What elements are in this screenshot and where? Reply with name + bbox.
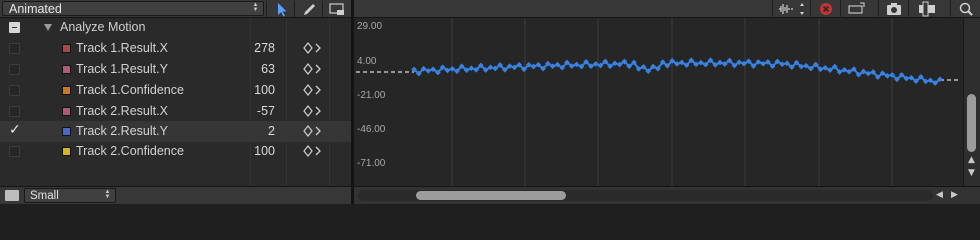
track-row[interactable]: Track 1.Confidence 100 (0, 80, 351, 101)
updown-arrows-icon: ▲ ▼ (104, 189, 111, 200)
track-color-swatch (62, 147, 71, 156)
y-axis-label: -46.00 (357, 124, 386, 135)
track-row[interactable]: Track 1.Result.Y 63 (0, 59, 351, 80)
track-checkbox[interactable] (9, 146, 20, 157)
track-color-swatch (62, 65, 71, 74)
size-value: Small (30, 190, 59, 202)
transform-keyframes-button[interactable] (840, 0, 870, 18)
audio-waveform-button[interactable] (772, 0, 810, 18)
select-arrow-icon (278, 3, 287, 17)
track-value[interactable]: 63 (261, 62, 275, 76)
camera-icon (887, 3, 901, 15)
graph-toolbar (354, 0, 980, 18)
group-name: Analyze Motion (60, 20, 146, 34)
size-popup[interactable]: Small ▲ ▼ (24, 188, 116, 203)
track-row[interactable]: Track 2.Confidence 100 (0, 141, 351, 162)
waveform-icon (779, 3, 804, 15)
group-checkbox[interactable] (9, 22, 20, 33)
y-axis-label: 29.00 (357, 21, 382, 32)
track-color-swatch (62, 44, 71, 53)
curve-set-value: Animated (9, 2, 62, 16)
track-name: Track 2.Result.Y (76, 124, 168, 138)
track-name: Track 1.Confidence (76, 83, 184, 97)
updown-arrows-icon: ▲ ▼ (252, 2, 259, 13)
y-axis-label: -21.00 (357, 90, 386, 101)
curve-graph[interactable]: 29.00 4.00 -21.00 -46.00 -71.00 (354, 18, 962, 186)
track-row[interactable]: Track 2.Result.X -57 (0, 101, 351, 122)
keyframe-navigator-icon[interactable] (303, 125, 325, 137)
track-color-swatch (62, 107, 71, 116)
y-axis-label: -71.00 (357, 158, 386, 169)
track-value[interactable]: 100 (254, 83, 275, 97)
track-row-selected[interactable]: Track 2.Result.Y 2 (0, 121, 351, 142)
track-checkbox[interactable] (9, 106, 20, 117)
scroll-up-arrow-icon[interactable]: ▲ (968, 155, 975, 165)
keyframe-point[interactable] (468, 65, 475, 72)
track-name: Track 2.Result.X (76, 104, 168, 118)
thumbnail-icon[interactable] (5, 190, 19, 201)
horizontal-scroll-thumb[interactable] (416, 191, 566, 200)
track-name: Track 2.Confidence (76, 144, 184, 158)
magnifier-icon (959, 2, 973, 16)
scroll-left-arrow-icon[interactable]: ◀ (936, 190, 943, 200)
box-select-tool-button[interactable] (322, 1, 350, 17)
parameter-toolbar: Animated ▲ ▼ (0, 0, 351, 18)
track-checkbox[interactable] (9, 64, 20, 75)
snapshot-button[interactable] (878, 0, 908, 18)
scroll-down-arrow-icon[interactable]: ▼ (968, 168, 975, 178)
track-value[interactable]: -57 (257, 104, 275, 118)
track-value[interactable]: 278 (254, 41, 275, 55)
select-tool-button[interactable] (266, 1, 294, 17)
zoom-button[interactable] (950, 0, 980, 18)
keyframe-point[interactable] (698, 59, 704, 66)
fit-view-button[interactable] (908, 0, 944, 18)
vertical-scroll-thumb[interactable] (967, 94, 976, 152)
keyframe-navigator-icon[interactable] (303, 84, 325, 96)
scroll-right-arrow-icon[interactable]: ▶ (951, 190, 958, 200)
box-select-icon (329, 3, 344, 15)
keyframe-point[interactable] (760, 60, 766, 67)
track-value[interactable]: 2 (268, 124, 275, 138)
y-axis-label: 4.00 (357, 56, 377, 67)
keyframe-point[interactable] (865, 70, 872, 77)
disclosure-triangle-icon[interactable] (44, 24, 52, 31)
parameter-footer: Small ▲ ▼ (0, 186, 351, 204)
transform-box-icon (848, 2, 865, 14)
track-row[interactable]: Track 1.Result.X 278 (0, 38, 351, 59)
keyframe-navigator-icon[interactable] (303, 63, 325, 75)
keyframe-navigator-icon[interactable] (303, 145, 325, 157)
keyframe-point[interactable] (530, 63, 537, 70)
track-checkbox[interactable] (9, 85, 20, 96)
track-name: Track 1.Result.Y (76, 62, 168, 76)
keyframe-graph-panel: 29.00 4.00 -21.00 -46.00 -71.00 ▲ ▼ ◀ ▶ (354, 0, 980, 204)
clear-curves-button[interactable] (810, 0, 840, 18)
fit-view-icon (919, 1, 935, 17)
track-name: Track 1.Result.X (76, 41, 168, 55)
pen-icon (304, 4, 315, 15)
close-circle-icon (820, 3, 832, 15)
vertical-scrollbar[interactable]: ▲ ▼ (963, 18, 980, 186)
track-color-swatch (62, 86, 71, 95)
keyframe-navigator-icon[interactable] (303, 42, 325, 54)
track-checkbox[interactable] (9, 122, 21, 138)
track-color-swatch (62, 127, 71, 136)
graph-footer: ◀ ▶ (354, 186, 980, 204)
curve-set-popup[interactable]: Animated ▲ ▼ (2, 1, 264, 16)
time-gridlines (451, 18, 893, 186)
keyframe-navigator-icon[interactable] (303, 105, 325, 117)
track-checkbox[interactable] (9, 43, 20, 54)
track-value[interactable]: 100 (254, 144, 275, 158)
group-row-analyze-motion[interactable]: Analyze Motion (0, 17, 351, 38)
pen-tool-button[interactable] (294, 1, 322, 17)
parameter-list-panel: Animated ▲ ▼ Analyze Motion Track 1.Resu… (0, 0, 351, 204)
keyframe-points[interactable] (411, 57, 943, 86)
